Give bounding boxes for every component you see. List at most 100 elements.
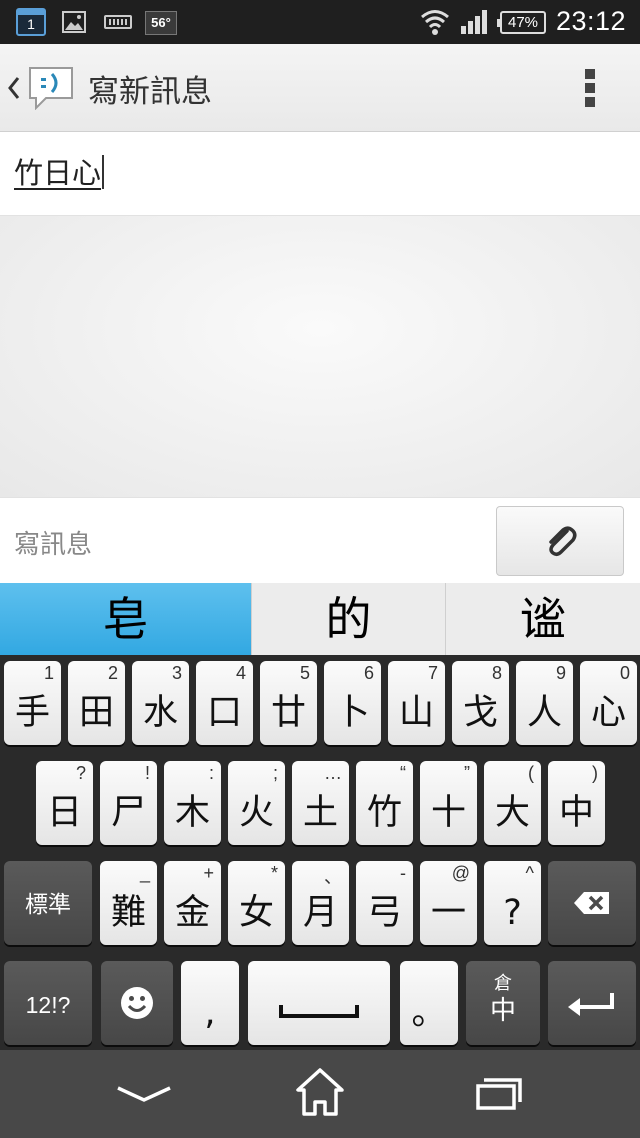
key-sub: ? <box>75 763 86 783</box>
key-row2-0[interactable]: ? 日 <box>36 761 93 845</box>
key-row1-4[interactable]: 5廿 <box>260 661 317 745</box>
key-sub: 4 <box>235 663 246 683</box>
candidate-word-selected[interactable]: 皂 <box>0 583 252 655</box>
clock: 23:12 <box>556 6 627 36</box>
battery-indicator: 47% <box>497 11 546 34</box>
key-sub: 2 <box>107 663 118 683</box>
candidate-bar: 皂 的 谧 <box>0 583 640 655</box>
nav-back-button[interactable] <box>94 1064 194 1124</box>
key-row2-3[interactable]: ; 火 <box>228 761 285 845</box>
home-icon <box>296 1068 344 1116</box>
key-sub: + <box>203 863 214 883</box>
action-bar: 寫新訊息 <box>0 44 640 132</box>
key-row1-8[interactable]: 9人 <box>516 661 573 745</box>
soft-keyboard: 1手 2田 3水 4口 5廿 6卜 7山 8戈 9人 0心 ? 日 ! 尸 :木 ;… <box>0 655 640 1050</box>
key-label: 木 <box>174 793 210 833</box>
enter-key[interactable] <box>548 961 636 1045</box>
backspace-icon <box>574 892 609 914</box>
standard-mode-key[interactable]: 標準 <box>4 861 92 945</box>
backspace-key[interactable] <box>548 861 636 945</box>
recipient-input[interactable]: 竹日心 <box>14 150 105 192</box>
key-label: 金 <box>174 893 210 933</box>
nav-back-chevron-icon <box>117 1086 171 1102</box>
key-sub: 7 <box>427 663 438 683</box>
key-label: 大 <box>494 793 530 833</box>
overflow-menu-button[interactable] <box>574 66 608 110</box>
key-label: 廿 <box>270 693 306 733</box>
key-row2-8[interactable]: ) 中 <box>548 761 605 845</box>
page-title: 寫新訊息 <box>88 74 212 110</box>
key-row3-0[interactable]: _ 難 <box>100 861 157 945</box>
key-row2-5[interactable]: “竹 <box>356 761 413 845</box>
key-label: 女 <box>238 893 274 933</box>
key-label: 中 <box>558 793 594 833</box>
key-row3-3[interactable]: 、月 <box>292 861 349 945</box>
key-row1-9[interactable]: 0心 <box>580 661 637 745</box>
comma-key[interactable]: , <box>181 961 239 1045</box>
key-label: 口 <box>206 693 242 733</box>
menu-dot <box>585 69 595 79</box>
key-row3-2[interactable]: * 女 <box>228 861 285 945</box>
key-label: 尸 <box>110 793 146 833</box>
key-sub: … <box>324 763 342 783</box>
text-cursor <box>102 155 105 189</box>
status-bar: 1 56° 47% 23:12 <box>0 0 640 44</box>
temperature-badge: 56° <box>145 11 177 35</box>
key-label: 竹 <box>366 793 402 833</box>
key-label: 田 <box>78 693 114 733</box>
key-row2-2[interactable]: :木 <box>164 761 221 845</box>
recent-apps-icon <box>476 1078 522 1110</box>
key-row1-2[interactable]: 3水 <box>132 661 189 745</box>
enter-icon <box>568 993 614 1016</box>
nav-recent-apps-button[interactable] <box>448 1064 548 1124</box>
key-row3-4[interactable]: -弓 <box>356 861 413 945</box>
key-row1-0[interactable]: 1手 <box>4 661 61 745</box>
key-row2-7[interactable]: (大 <box>484 761 541 845</box>
key-label: , <box>204 993 216 1033</box>
back-button[interactable] <box>0 54 84 122</box>
message-input[interactable]: 寫訊息 <box>14 524 92 561</box>
key-label: 戈 <box>462 693 498 733</box>
space-key[interactable] <box>248 961 390 1045</box>
key-row3-1[interactable]: + 金 <box>164 861 221 945</box>
period-key[interactable]: 。 <box>400 961 458 1045</box>
key-label: 山 <box>398 693 434 733</box>
key-sub: _ <box>139 863 150 883</box>
key-row2-1[interactable]: ! 尸 <box>100 761 157 845</box>
candidate-word[interactable]: 谧 <box>446 583 640 655</box>
key-sub: 1 <box>43 663 54 683</box>
symbols-key[interactable]: 12!? <box>4 961 92 1045</box>
key-label: 12!? <box>25 992 71 1018</box>
key-label: 手 <box>14 693 50 733</box>
messaging-smiley-icon <box>29 67 73 110</box>
key-row1-1[interactable]: 2田 <box>68 661 125 745</box>
input-method-key[interactable]: 倉中 <box>466 961 540 1045</box>
key-row3-6[interactable]: ^? <box>484 861 541 945</box>
recipient-text: 竹日心 <box>14 156 102 190</box>
key-label: 弓 <box>366 893 402 933</box>
chevron-left-icon <box>8 77 20 99</box>
key-row3-5[interactable]: @ 一 <box>420 861 477 945</box>
attach-button[interactable] <box>496 506 624 576</box>
key-row1-3[interactable]: 4口 <box>196 661 253 745</box>
key-row1-6[interactable]: 7山 <box>388 661 445 745</box>
key-row1-7[interactable]: 8戈 <box>452 661 509 745</box>
key-row1-5[interactable]: 6卜 <box>324 661 381 745</box>
key-label: 十 <box>430 793 466 833</box>
space-icon <box>279 1005 359 1018</box>
key-row2-6[interactable]: ” 十 <box>420 761 477 845</box>
nav-home-button[interactable] <box>270 1064 370 1124</box>
key-label: 土 <box>302 793 338 833</box>
candidate-word[interactable]: 的 <box>252 583 446 655</box>
key-label: 卜 <box>334 693 370 733</box>
key-sub: * <box>270 863 278 883</box>
recipient-field[interactable]: 竹日心 <box>0 132 640 216</box>
emoji-key[interactable] <box>101 961 173 1045</box>
key-label: 人 <box>526 693 562 733</box>
key-label: 心 <box>590 693 626 733</box>
keyboard-notification-icon <box>104 15 132 29</box>
key-row2-4[interactable]: … 土 <box>292 761 349 845</box>
wifi-icon <box>421 10 449 35</box>
key-sub: ^ <box>525 863 534 883</box>
key-label: ? <box>503 893 522 933</box>
